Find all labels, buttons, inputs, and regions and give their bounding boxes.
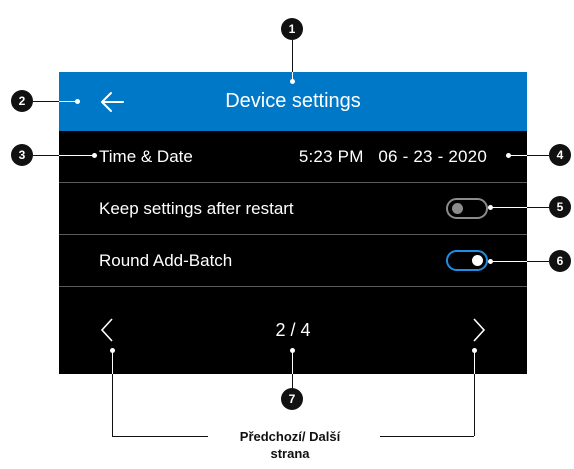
callout-1-dot — [290, 79, 295, 84]
next-bracket — [380, 436, 474, 437]
prev-line-inner — [112, 352, 113, 374]
round-add-batch-label: Round Add-Batch — [99, 251, 233, 270]
callout-2-line — [33, 101, 59, 102]
callout-5: 5 — [549, 196, 571, 218]
time-date-row[interactable]: Time & Date 5:23 PM 06 - 23 - 2020 — [59, 131, 527, 183]
round-add-batch-toggle[interactable] — [446, 250, 488, 271]
callout-2-dot — [75, 99, 80, 104]
callout-6-line — [527, 261, 549, 262]
prev-line — [112, 374, 113, 436]
callout-5-line-inner — [492, 207, 527, 208]
device-screen: Device settings Time & Date 5:23 PM 06 -… — [59, 72, 527, 374]
callout-2: 2 — [11, 90, 33, 112]
chevron-right-icon[interactable] — [469, 315, 489, 345]
callout-7-line — [292, 374, 293, 388]
callout-2-line-inner — [59, 101, 76, 102]
callout-7-line-inner — [292, 352, 293, 374]
page-indicator: 2 / 4 — [275, 320, 311, 340]
callout-6-line-inner — [492, 261, 527, 262]
callout-3: 3 — [11, 144, 33, 166]
time-date-value: 5:23 PM 06 - 23 - 2020 — [298, 147, 487, 166]
callout-4-line — [527, 155, 549, 156]
callout-1-line — [292, 40, 293, 72]
callout-5-line — [527, 207, 549, 208]
callout-4: 4 — [549, 144, 571, 166]
pager-caption: Předchozí/ Další strana — [239, 429, 341, 461]
time-date-label: Time & Date — [99, 147, 193, 166]
callout-6: 6 — [549, 250, 571, 272]
callout-7: 7 — [281, 388, 303, 410]
callout-3-line — [33, 155, 59, 156]
next-line-inner — [474, 352, 475, 374]
toggle-knob — [452, 203, 463, 214]
round-add-batch-row: Round Add-Batch — [59, 235, 527, 287]
toggle-knob — [472, 255, 483, 266]
keep-settings-row: Keep settings after restart — [59, 183, 527, 235]
callout-1: 1 — [281, 18, 303, 40]
pager: 2 / 4 — [59, 287, 527, 374]
callout-3-dot — [92, 153, 97, 158]
next-line — [474, 374, 475, 436]
keep-settings-toggle[interactable] — [446, 198, 488, 219]
prev-bracket — [112, 436, 208, 437]
callout-3-line-inner — [59, 155, 93, 156]
keep-settings-label: Keep settings after restart — [99, 199, 294, 218]
callout-4-line-inner — [510, 155, 527, 156]
